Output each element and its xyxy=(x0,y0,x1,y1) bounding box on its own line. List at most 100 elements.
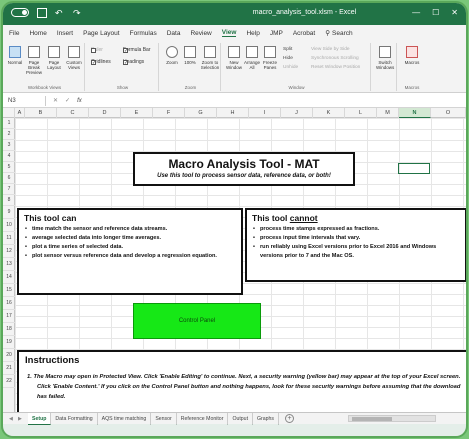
column-header-l[interactable]: L xyxy=(345,108,377,118)
maximize-icon[interactable]: ☐ xyxy=(432,8,439,17)
ruler-checkbox[interactable]: Ruler xyxy=(91,47,103,53)
row-header-4[interactable]: 4 xyxy=(3,151,15,162)
row-header-13[interactable]: 13 xyxy=(3,258,15,271)
row-header-6[interactable]: 6 xyxy=(3,173,15,184)
prev-sheet-icon[interactable]: ◀ xyxy=(9,416,13,422)
column-header-f[interactable]: F xyxy=(153,108,185,118)
split-button[interactable]: Split xyxy=(283,47,292,52)
page-layout-view-button[interactable]: Page Layout xyxy=(45,46,63,70)
group-label-macros: Macros xyxy=(404,85,420,90)
zoom-button[interactable]: Zoom xyxy=(163,46,181,65)
row-header-20[interactable]: 20 xyxy=(3,349,15,362)
tab-view[interactable]: View xyxy=(221,29,237,37)
row-header-18[interactable]: 18 xyxy=(3,323,15,336)
close-icon[interactable]: ✕ xyxy=(451,8,458,17)
page-layout-label: Page Layout xyxy=(47,60,61,70)
column-header-i[interactable]: I xyxy=(249,108,281,118)
switch-windows-icon xyxy=(379,46,391,58)
row-header-3[interactable]: 3 xyxy=(3,140,15,151)
insert-function-button[interactable]: fx xyxy=(77,96,82,106)
tab-jmp[interactable]: JMP xyxy=(270,30,283,37)
tab-help[interactable]: Help xyxy=(246,30,259,37)
minimize-icon[interactable]: — xyxy=(412,8,420,17)
column-header-c[interactable]: C xyxy=(57,108,89,118)
sheet-tab-aqs-time-matching[interactable]: AQS time matching xyxy=(98,412,152,425)
page-break-icon xyxy=(28,46,40,58)
column-header-b[interactable]: B xyxy=(25,108,57,118)
row-header-19[interactable]: 19 xyxy=(3,336,15,349)
tab-file[interactable]: File xyxy=(9,30,19,37)
row-header-7[interactable]: 7 xyxy=(3,184,15,195)
tab-insert[interactable]: Insert xyxy=(57,30,73,37)
sheet-tab-data-formatting[interactable]: Data Formatting xyxy=(51,412,98,425)
zoom-to-selection-button[interactable]: Zoom to Selection xyxy=(200,46,220,70)
formula-bar-checkbox[interactable]: ✓ Formula Bar xyxy=(123,47,151,53)
horizontal-scrollbar[interactable] xyxy=(348,415,436,422)
sheet-tab-reference-monitor[interactable]: Reference Monitor xyxy=(177,412,229,425)
selected-cell-n3[interactable] xyxy=(398,163,430,174)
row-header-14[interactable]: 14 xyxy=(3,271,15,284)
column-header-h[interactable]: H xyxy=(217,108,249,118)
row-header-5[interactable]: 5 xyxy=(3,162,15,173)
row-header-9[interactable]: 9 xyxy=(3,206,15,219)
unhide-button[interactable]: Unhide xyxy=(283,65,298,70)
switch-windows-button[interactable]: Switch Windows xyxy=(376,46,394,70)
gridlines-checkbox[interactable]: ✓ Gridlines xyxy=(91,59,111,65)
row-header-11[interactable]: 11 xyxy=(3,232,15,245)
name-box[interactable]: N3 xyxy=(6,96,46,106)
tab-formulas[interactable]: Formulas xyxy=(130,30,157,37)
tab-review[interactable]: Review xyxy=(190,30,211,37)
column-header-n[interactable]: N xyxy=(399,108,431,118)
row-header-22[interactable]: 22 xyxy=(3,375,15,388)
add-sheet-button[interactable]: + xyxy=(285,414,295,423)
sheet-tab-graphs[interactable]: Graphs xyxy=(253,412,280,425)
sheet-tab-setup[interactable]: Setup xyxy=(28,412,52,425)
sync-scroll-button[interactable]: Synchronous Scrolling xyxy=(311,56,359,61)
row-header-15[interactable]: 15 xyxy=(3,284,15,297)
page-break-preview-button[interactable]: Page Break Preview xyxy=(25,46,43,75)
normal-view-button[interactable]: Normal xyxy=(6,46,24,65)
row-header-16[interactable]: 16 xyxy=(3,297,15,310)
enter-icon[interactable]: ✓ xyxy=(65,96,70,106)
column-header-a[interactable]: A xyxy=(15,108,25,118)
row-header-12[interactable]: 12 xyxy=(3,245,15,258)
search-box[interactable]: ⚲ Search xyxy=(325,29,352,38)
freeze-panes-button[interactable]: Freeze Panes xyxy=(261,46,279,70)
arrange-all-button[interactable]: Arrange All xyxy=(243,46,261,70)
control-panel-button[interactable]: Control Panel xyxy=(133,303,261,339)
macros-button[interactable]: Macros xyxy=(403,46,421,65)
cancel-icon[interactable]: ✕ xyxy=(53,96,58,106)
sheet-tab-output[interactable]: Output xyxy=(228,412,254,425)
headings-checkbox[interactable]: ✓ Headings xyxy=(123,59,144,65)
sheet-tab-sensor[interactable]: Sensor xyxy=(151,412,177,425)
row-header-8[interactable]: 8 xyxy=(3,195,15,206)
tab-home[interactable]: Home xyxy=(29,30,46,37)
column-header-o[interactable]: O xyxy=(431,108,466,118)
row-header-2[interactable]: 2 xyxy=(3,129,15,140)
column-header-j[interactable]: J xyxy=(281,108,313,118)
row-header-10[interactable]: 10 xyxy=(3,219,15,232)
scrollbar-thumb[interactable] xyxy=(352,417,392,421)
select-all-corner[interactable] xyxy=(3,108,15,118)
column-header-m[interactable]: M xyxy=(377,108,399,118)
zoom-100-button[interactable]: 100% xyxy=(181,46,199,65)
reset-window-button[interactable]: Reset Window Position xyxy=(311,65,360,70)
tab-acrobat[interactable]: Acrobat xyxy=(293,30,315,37)
tab-page-layout[interactable]: Page Layout xyxy=(83,30,120,37)
column-header-g[interactable]: G xyxy=(185,108,217,118)
next-sheet-icon[interactable]: ▶ xyxy=(18,416,22,422)
search-icon: ⚲ xyxy=(325,30,330,37)
tab-data[interactable]: Data xyxy=(167,30,181,37)
row-header-21[interactable]: 21 xyxy=(3,362,15,375)
column-header-k[interactable]: K xyxy=(313,108,345,118)
page-layout-icon xyxy=(48,46,60,58)
column-header-e[interactable]: E xyxy=(121,108,153,118)
row-header-1[interactable]: 1 xyxy=(3,118,15,129)
row-header-17[interactable]: 17 xyxy=(3,310,15,323)
column-header-d[interactable]: D xyxy=(89,108,121,118)
new-window-button[interactable]: New Window xyxy=(225,46,243,70)
worksheet-grid[interactable]: Macro Analysis Tool - MAT Use this tool … xyxy=(15,118,466,412)
side-by-side-button[interactable]: View Side by Side xyxy=(311,47,350,52)
hide-button[interactable]: Hide xyxy=(283,56,293,61)
custom-views-button[interactable]: Custom Views xyxy=(65,46,83,70)
